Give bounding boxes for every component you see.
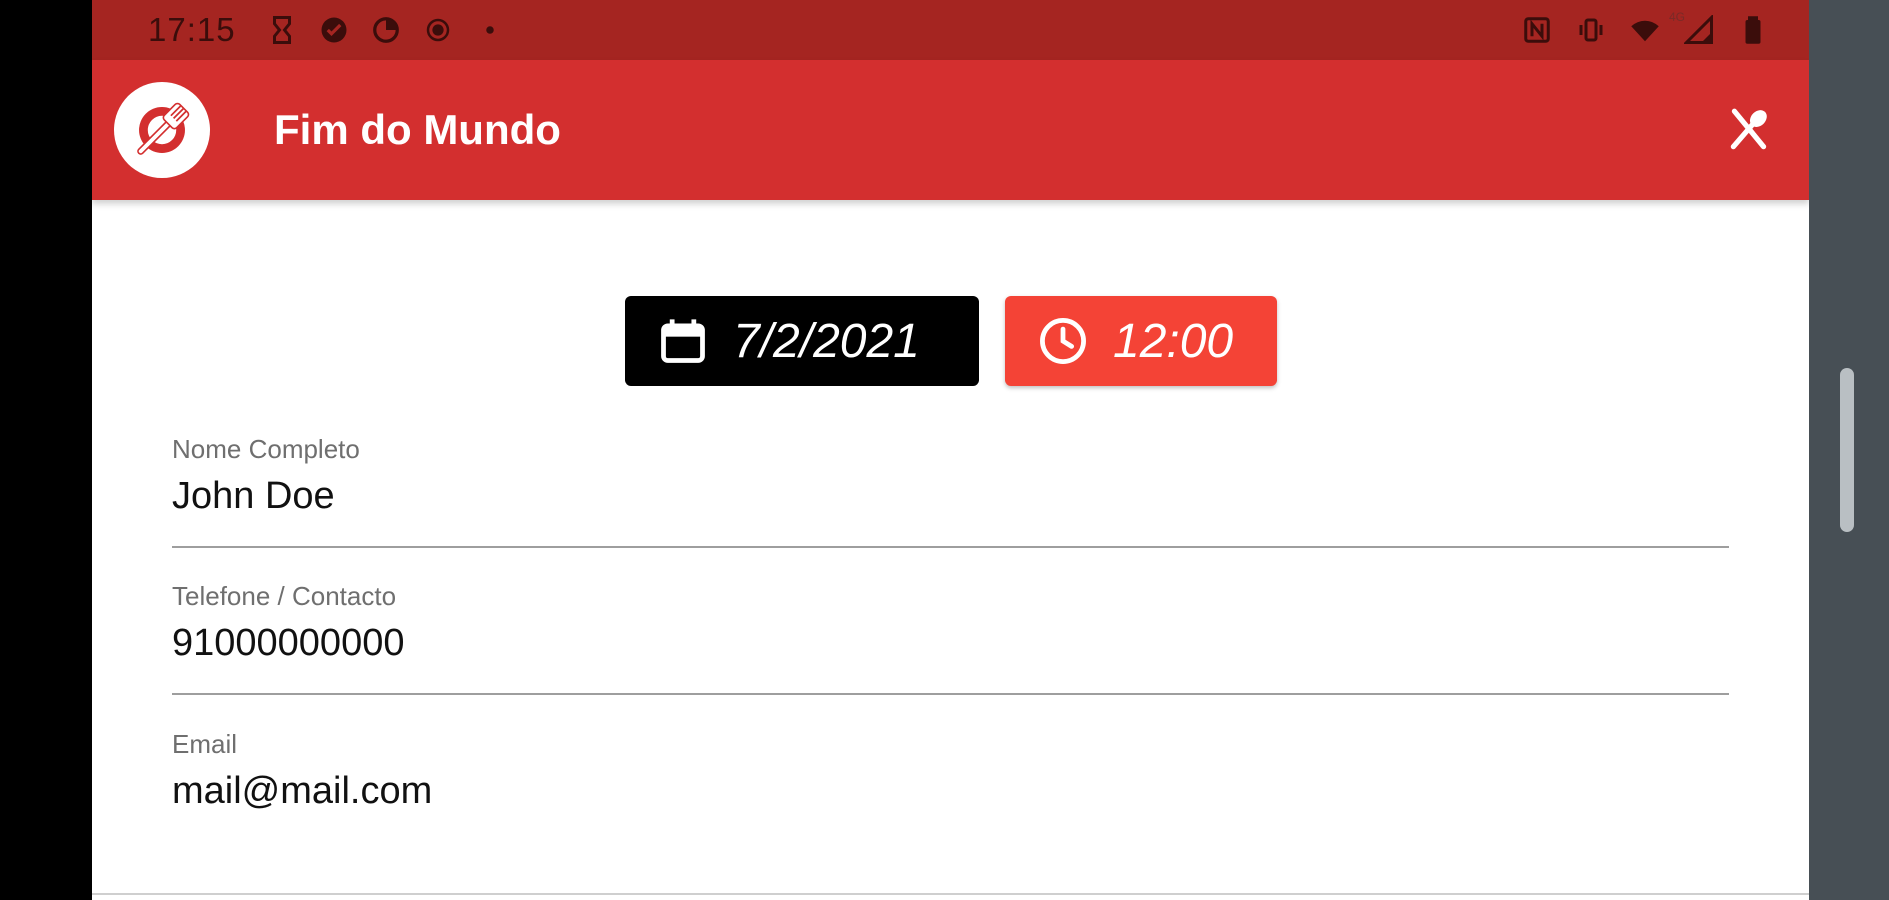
record-icon — [422, 14, 454, 46]
email-label: Email — [172, 729, 238, 759]
divider — [92, 893, 1809, 895]
check-circle-icon — [318, 14, 350, 46]
email-field[interactable]: Email mail@mail.com — [172, 729, 1729, 841]
scrollbar-thumb[interactable] — [1840, 368, 1854, 532]
data-saver-icon — [370, 14, 402, 46]
phone-input[interactable]: 91000000000 — [172, 622, 1729, 695]
date-value: 7/2/2021 — [733, 314, 920, 368]
wifi-icon — [1629, 14, 1661, 46]
phone-label: Telefone / Contacto — [172, 581, 397, 611]
phone-field[interactable]: Telefone / Contacto 91000000000 — [172, 581, 1729, 695]
date-picker-button[interactable]: 7/2/2021 — [625, 296, 979, 386]
plate-fork-icon[interactable] — [114, 82, 210, 178]
status-icons-right: 4G — [1521, 10, 1769, 46]
reservation-chips: 7/2/2021 12:00 — [625, 296, 1277, 386]
name-input[interactable]: John Doe — [172, 475, 1729, 548]
status-icons-left — [266, 14, 506, 46]
status-bar: 17:15 4G — [92, 0, 1809, 60]
signal-4g-icon: 4G — [1669, 10, 1715, 46]
app-bar: Fim do Mundo — [92, 60, 1809, 200]
dot-icon — [474, 14, 506, 46]
nfc-icon — [1521, 14, 1553, 46]
time-value: 12:00 — [1113, 314, 1234, 368]
name-label: Nome Completo — [172, 434, 360, 464]
left-bezel — [0, 0, 92, 900]
vibrate-icon — [1575, 14, 1607, 46]
email-input[interactable]: mail@mail.com — [172, 770, 1729, 841]
status-time: 17:15 — [148, 11, 236, 48]
cutlery-icon[interactable] — [1721, 102, 1777, 158]
app-screen: 17:15 4G Fim do Mundo 7/2/2021 12:00 Nom… — [92, 0, 1809, 900]
network-label: 4G — [1669, 10, 1686, 24]
calendar-icon — [657, 315, 709, 367]
hourglass-icon — [266, 14, 298, 46]
time-picker-button[interactable]: 12:00 — [1005, 296, 1277, 386]
app-title: Fim do Mundo — [274, 106, 561, 153]
name-field[interactable]: Nome Completo John Doe — [172, 434, 1729, 548]
clock-icon — [1037, 315, 1089, 367]
battery-icon — [1737, 14, 1769, 46]
